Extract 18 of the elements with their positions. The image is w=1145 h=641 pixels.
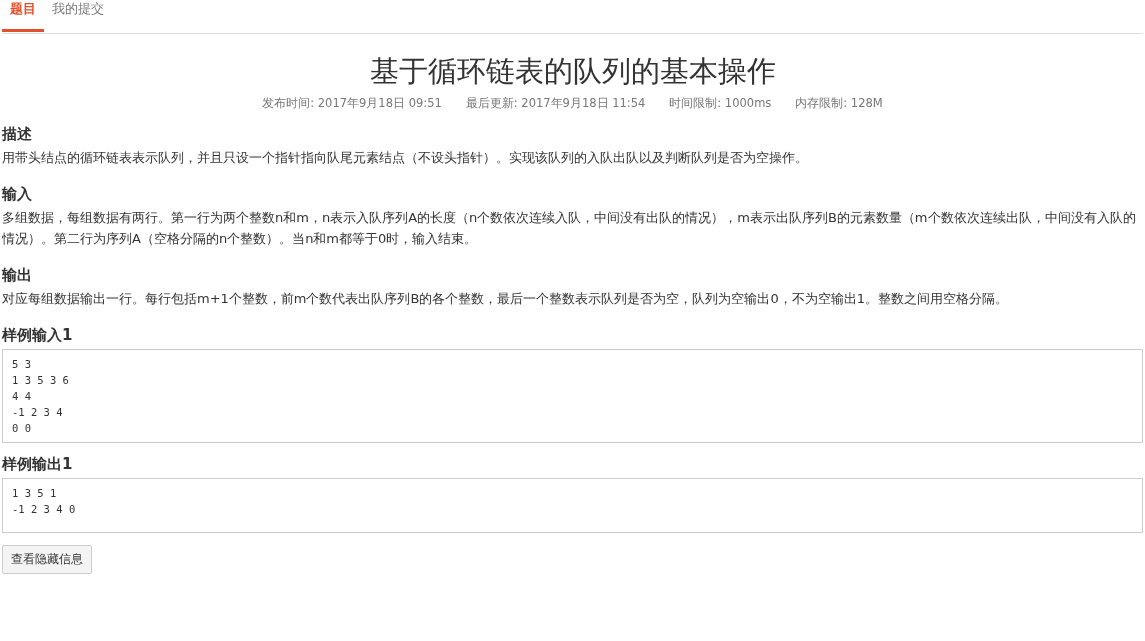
sample-code-block: 5 3 1 3 5 3 6 4 4 -1 2 3 4 0 0 (2, 349, 1143, 443)
section-text: 对应每组数据输出一行。每行包括m+1个整数，前m个数代表出队序列B的各个整数，最后一个整数表示队列是否为空，队列为空输出0，不为空输出1。整数之间用空格分隔。 (2, 290, 1009, 308)
section-heading: 描述 (2, 125, 33, 144)
section-heading: 输出 (2, 266, 33, 285)
section-text: 用带头结点的循环链表表示队列，并且只设一个指针指向队尾元素结点（不设头指针）。实现该队列的入队出队以及判断队列是否为空操作。 (2, 149, 809, 167)
show-hidden-info-button[interactable]: 查看隐藏信息 (2, 545, 92, 574)
problem-title: 基于循环链表的队列的基本操作 (368, 53, 777, 90)
tab[interactable]: 我的提交 (44, 0, 112, 32)
sample-code-block: 1 3 5 1 -1 2 3 4 0 (2, 478, 1143, 533)
meta-info: 时间限制: 1000ms (669, 96, 772, 111)
meta-info: 发布时间: 2017年9月18日 09:51 (262, 96, 442, 111)
section-heading: 输入 (2, 185, 33, 204)
tab[interactable]: 题目 (2, 0, 44, 32)
meta-info: 最后更新: 2017年9月18日 11:54 (465, 96, 646, 111)
sample-heading: 样例输入1 (2, 326, 74, 345)
section-text: 多组数据，每组数据有两行。第一行为两个整数n和m，n表示入队序列A的长度（n个数依次连续入队，中间没有出队的情况），m表示出队序列B的元素数量（m个数依次连续出队，中间没有入队的情况）。第二行为序列A（空格分隔的n个整数）。当n和m都等于0时，输入结束。 (2, 209, 1137, 248)
meta-info: 内存限制: 128M (795, 96, 883, 111)
sample-heading: 样例输出1 (2, 455, 74, 474)
